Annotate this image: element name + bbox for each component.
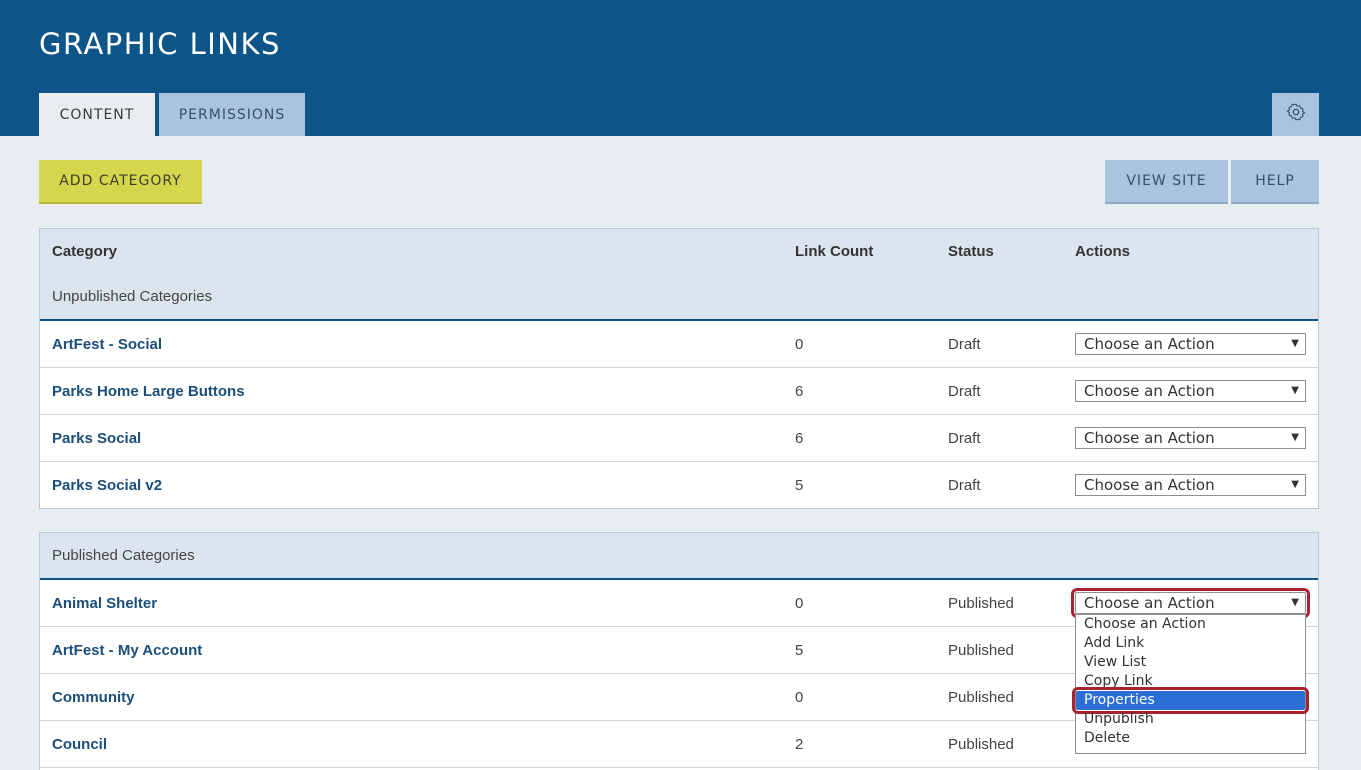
- action-select[interactable]: Choose an Action ▼: [1075, 474, 1306, 496]
- add-category-button[interactable]: ADD CATEGORY: [39, 160, 202, 204]
- gear-icon: [1286, 102, 1306, 127]
- column-header-link-count: Link Count: [795, 243, 874, 260]
- link-count: 5: [795, 477, 804, 494]
- action-select-value: Choose an Action: [1084, 335, 1215, 353]
- table-header: Published Categories: [40, 533, 1318, 580]
- category-link[interactable]: Community: [52, 689, 135, 706]
- dropdown-arrow-icon: ▼: [1291, 597, 1299, 608]
- action-dropdown-list: Choose an Action Add Link View List Copy…: [1072, 614, 1309, 754]
- category-link[interactable]: ArtFest - Social: [52, 336, 162, 353]
- column-header-actions: Actions: [1075, 243, 1131, 260]
- dropdown-arrow-icon: ▼: [1291, 385, 1299, 396]
- tab-content[interactable]: CONTENT: [39, 93, 155, 136]
- category-link[interactable]: Animal Shelter: [52, 595, 157, 612]
- dropdown-option-choose[interactable]: Choose an Action: [1076, 615, 1305, 634]
- table-row: Parks Social 6 Draft Choose an Action ▼: [40, 415, 1318, 462]
- dropdown-arrow-icon: ▼: [1291, 338, 1299, 349]
- category-link[interactable]: Council: [52, 736, 107, 753]
- dropdown-arrow-icon: ▼: [1291, 479, 1299, 490]
- tab-permissions[interactable]: PERMISSIONS: [159, 93, 305, 136]
- category-link[interactable]: Parks Social v2: [52, 477, 162, 494]
- dropdown-option-add-link[interactable]: Add Link: [1076, 634, 1305, 653]
- unpublished-categories-table: Category Link Count Status Actions Unpub…: [39, 228, 1319, 509]
- dropdown-option-copy-link[interactable]: Copy Link: [1076, 672, 1305, 691]
- section-label-published: Published Categories: [52, 547, 195, 564]
- status-text: Draft: [948, 383, 981, 400]
- dropdown-option-unpublish[interactable]: Unpublish: [1076, 710, 1305, 729]
- status-text: Published: [948, 642, 1014, 659]
- category-link[interactable]: Parks Home Large Buttons: [52, 383, 245, 400]
- status-text: Draft: [948, 336, 981, 353]
- status-text: Published: [948, 736, 1014, 753]
- dropdown-option-view-list[interactable]: View List: [1076, 653, 1305, 672]
- table-row: ArtFest - Social 0 Draft Choose an Actio…: [40, 321, 1318, 368]
- category-link[interactable]: Parks Social: [52, 430, 141, 447]
- dropdown-arrow-icon: ▼: [1291, 432, 1299, 443]
- column-header-category: Category: [52, 243, 118, 260]
- column-header-status: Status: [948, 243, 994, 260]
- section-label-unpublished: Unpublished Categories: [52, 288, 213, 305]
- link-count: 0: [795, 595, 804, 612]
- action-select[interactable]: Choose an Action ▼: [1075, 333, 1306, 355]
- page-title: GRAPHIC LINKS: [39, 27, 281, 61]
- status-text: Draft: [948, 430, 981, 447]
- settings-button[interactable]: [1272, 93, 1319, 136]
- dropdown-option-properties[interactable]: Properties: [1072, 687, 1309, 714]
- table-row: Parks Home Large Buttons 6 Draft Choose …: [40, 368, 1318, 415]
- link-count: 0: [795, 336, 804, 353]
- action-select[interactable]: Choose an Action ▼: [1075, 427, 1306, 449]
- category-link[interactable]: ArtFest - My Account: [52, 642, 202, 659]
- action-select-value: Choose an Action: [1084, 476, 1215, 494]
- link-count: 2: [795, 736, 804, 753]
- status-text: Draft: [948, 477, 981, 494]
- link-count: 6: [795, 383, 804, 400]
- dropdown-option-delete[interactable]: Delete: [1076, 729, 1305, 748]
- action-select-value: Choose an Action: [1084, 594, 1215, 612]
- status-text: Published: [948, 689, 1014, 706]
- link-count: 5: [795, 642, 804, 659]
- status-text: Published: [948, 595, 1014, 612]
- link-count: 0: [795, 689, 804, 706]
- action-select-value: Choose an Action: [1084, 429, 1215, 447]
- table-row: Parks Social v2 5 Draft Choose an Action…: [40, 462, 1318, 509]
- table-header: Category Link Count Status Actions Unpub…: [40, 229, 1318, 321]
- action-select-value: Choose an Action: [1084, 382, 1215, 400]
- action-select[interactable]: Choose an Action ▼: [1075, 380, 1306, 402]
- view-site-button[interactable]: VIEW SITE: [1105, 160, 1228, 204]
- action-select-open[interactable]: Choose an Action ▼: [1071, 588, 1310, 618]
- top-header: GRAPHIC LINKS CONTENT PERMISSIONS: [0, 0, 1361, 136]
- link-count: 6: [795, 430, 804, 447]
- help-button[interactable]: HELP: [1231, 160, 1319, 204]
